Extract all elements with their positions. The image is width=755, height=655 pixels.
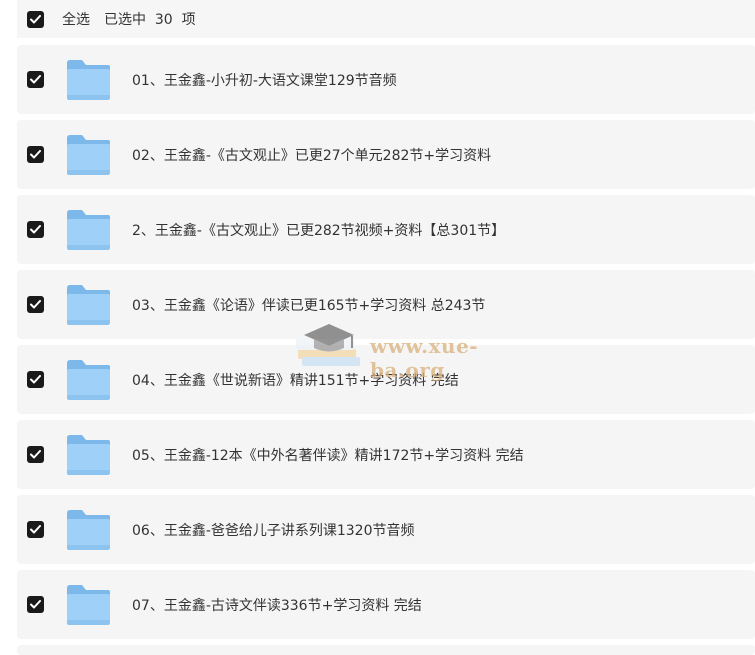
row-checkbox[interactable] xyxy=(27,221,44,238)
row-checkbox[interactable] xyxy=(27,71,44,88)
file-list: 01、王金鑫-小升初-大语文课堂129节音频 02、王金鑫-《古文观止》已更27… xyxy=(17,45,755,645)
file-name[interactable]: 02、王金鑫-《古文观止》已更27个单元282节+学习资料 xyxy=(132,145,491,165)
file-row[interactable]: 01、王金鑫-小升初-大语文课堂129节音频 xyxy=(17,45,755,114)
file-row[interactable]: 07、王金鑫-古诗文伴读336节+学习资料 完结 xyxy=(17,570,755,639)
row-checkbox[interactable] xyxy=(27,596,44,613)
file-name[interactable]: 01、王金鑫-小升初-大语文课堂129节音频 xyxy=(132,70,397,90)
folder-icon xyxy=(65,59,111,101)
folder-icon xyxy=(65,434,111,476)
file-name[interactable]: 04、王金鑫《世说新语》精讲151节+学习资料 完结 xyxy=(132,370,459,390)
file-row[interactable]: 04、王金鑫《世说新语》精讲151节+学习资料 完结 xyxy=(17,345,755,414)
folder-icon xyxy=(65,134,111,176)
file-name[interactable]: 06、王金鑫-爸爸给儿子讲系列课1320节音频 xyxy=(132,520,415,540)
checkmark-icon xyxy=(30,600,41,609)
checkmark-icon xyxy=(30,300,41,309)
row-checkbox[interactable] xyxy=(27,296,44,313)
select-all-bar: 全选 已选中 30 项 xyxy=(17,0,755,38)
file-row-partial[interactable] xyxy=(17,645,755,655)
file-row[interactable]: 05、王金鑫-12本《中外名著伴读》精讲172节+学习资料 完结 xyxy=(17,420,755,489)
row-checkbox[interactable] xyxy=(27,371,44,388)
checkmark-icon xyxy=(30,525,41,534)
folder-icon xyxy=(65,284,111,326)
row-checkbox[interactable] xyxy=(27,146,44,163)
select-all-checkbox[interactable] xyxy=(27,10,44,28)
file-row[interactable]: 02、王金鑫-《古文观止》已更27个单元282节+学习资料 xyxy=(17,120,755,189)
folder-icon xyxy=(65,209,111,251)
folder-icon xyxy=(65,359,111,401)
file-row[interactable]: 03、王金鑫《论语》伴读已更165节+学习资料 总243节 xyxy=(17,270,755,339)
folder-icon xyxy=(65,584,111,626)
checkmark-icon xyxy=(30,375,41,384)
file-row[interactable]: 2、王金鑫-《古文观止》已更282节视频+资料【总301节】 xyxy=(17,195,755,264)
selected-count-text: 已选中 30 项 xyxy=(104,12,196,28)
file-name[interactable]: 05、王金鑫-12本《中外名著伴读》精讲172节+学习资料 完结 xyxy=(132,445,524,465)
file-name[interactable]: 07、王金鑫-古诗文伴读336节+学习资料 完结 xyxy=(132,595,422,615)
checkmark-icon xyxy=(30,150,41,159)
select-all-label[interactable]: 全选 xyxy=(62,9,90,29)
checkmark-icon xyxy=(30,75,41,84)
folder-icon xyxy=(65,509,111,551)
row-checkbox[interactable] xyxy=(27,446,44,463)
file-name[interactable]: 03、王金鑫《论语》伴读已更165节+学习资料 总243节 xyxy=(132,295,485,315)
checkmark-icon xyxy=(30,450,41,459)
file-row[interactable]: 06、王金鑫-爸爸给儿子讲系列课1320节音频 xyxy=(17,495,755,564)
checkmark-icon xyxy=(30,14,41,23)
file-name[interactable]: 2、王金鑫-《古文观止》已更282节视频+资料【总301节】 xyxy=(132,220,505,240)
row-checkbox[interactable] xyxy=(27,521,44,538)
checkmark-icon xyxy=(30,225,41,234)
